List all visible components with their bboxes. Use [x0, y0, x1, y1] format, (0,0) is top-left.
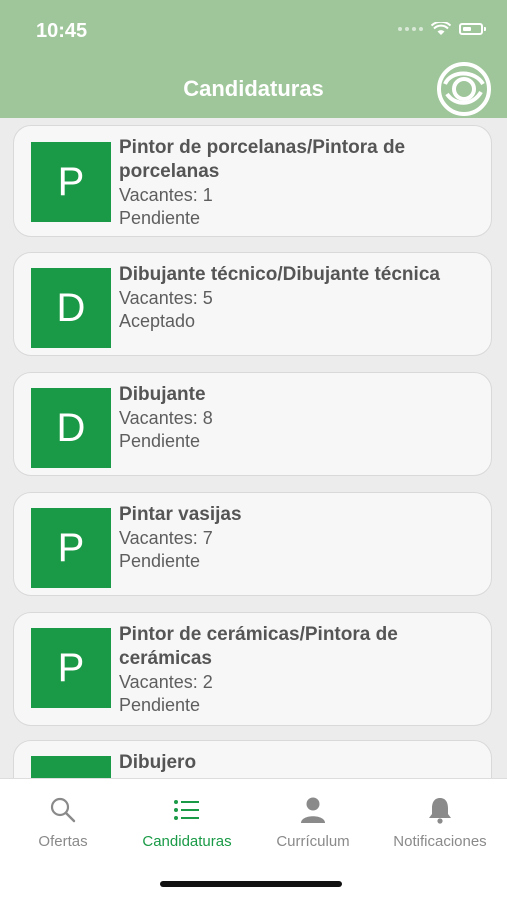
wifi-icon — [431, 22, 451, 35]
job-title: Dibujero — [119, 752, 197, 773]
job-title: Dibujante técnico/Dibujante técnica — [119, 264, 440, 285]
job-title: Pintar vasijas — [119, 504, 242, 525]
tab-candidaturas[interactable]: Candidaturas — [124, 793, 250, 850]
initial-badge: P — [31, 508, 111, 588]
vacancies-text: Vacantes: 5 — [119, 288, 213, 308]
initial-badge — [31, 756, 111, 778]
application-card[interactable]: D Dibujante técnico/Dibujante técnica Va… — [13, 252, 492, 356]
status-icons — [398, 22, 486, 36]
status-text: Pendiente — [119, 695, 201, 715]
home-indicator — [160, 881, 342, 887]
person-icon — [301, 797, 325, 823]
vacancies-text: Vacantes: 2 — [119, 672, 213, 692]
application-card[interactable]: Dibujero — [13, 740, 492, 778]
company-logo-icon[interactable] — [437, 62, 491, 116]
vacancies-text: Vacantes: 1 — [119, 185, 213, 205]
tab-curriculum[interactable]: Currículum — [250, 793, 376, 850]
page-title: Candidaturas — [183, 76, 324, 101]
initial-badge: D — [31, 388, 111, 468]
bell-icon — [429, 798, 451, 824]
tab-label: Notificaciones — [393, 833, 487, 850]
status-text: Pendiente — [119, 551, 201, 571]
initial-badge: P — [31, 142, 111, 222]
status-text: Pendiente — [119, 208, 201, 228]
list-icon — [174, 800, 199, 820]
status-text: Aceptado — [119, 311, 196, 331]
job-title-cont: porcelanas — [119, 161, 220, 182]
application-card[interactable]: P Pintor de porcelanas/Pintora de porcel… — [13, 125, 492, 237]
tab-ofertas[interactable]: Ofertas — [0, 793, 126, 850]
tab-notificaciones[interactable]: Notificaciones — [377, 793, 503, 850]
application-card[interactable]: P Pintor de cerámicas/Pintora de cerámic… — [13, 612, 492, 726]
vacancies-text: Vacantes: 7 — [119, 528, 213, 548]
initial-badge: P — [31, 628, 111, 708]
vacancies-text: Vacantes: 8 — [119, 408, 213, 428]
job-title: Dibujante — [119, 384, 206, 405]
applications-list[interactable]: P Pintor de porcelanas/Pintora de porcel… — [0, 118, 507, 778]
status-time: 10:45 — [36, 20, 88, 42]
status-text: Pendiente — [119, 431, 201, 451]
job-title: Pintor de porcelanas/Pintora de — [119, 137, 406, 158]
initial-badge: D — [31, 268, 111, 348]
app-header: 10:45 Candidaturas — [0, 0, 507, 118]
battery-icon — [459, 23, 486, 35]
signal-icon — [398, 27, 423, 31]
job-title: Pintor de cerámicas/Pintora de — [119, 624, 398, 645]
tab-label: Candidaturas — [142, 833, 232, 850]
application-card[interactable]: D Dibujante Vacantes: 8 Pendiente — [13, 372, 492, 476]
job-title-cont: cerámicas — [119, 648, 212, 669]
search-icon — [50, 797, 76, 823]
application-card[interactable]: P Pintar vasijas Vacantes: 7 Pendiente — [13, 492, 492, 596]
tab-label: Currículum — [276, 833, 350, 850]
tab-label: Ofertas — [38, 833, 88, 850]
